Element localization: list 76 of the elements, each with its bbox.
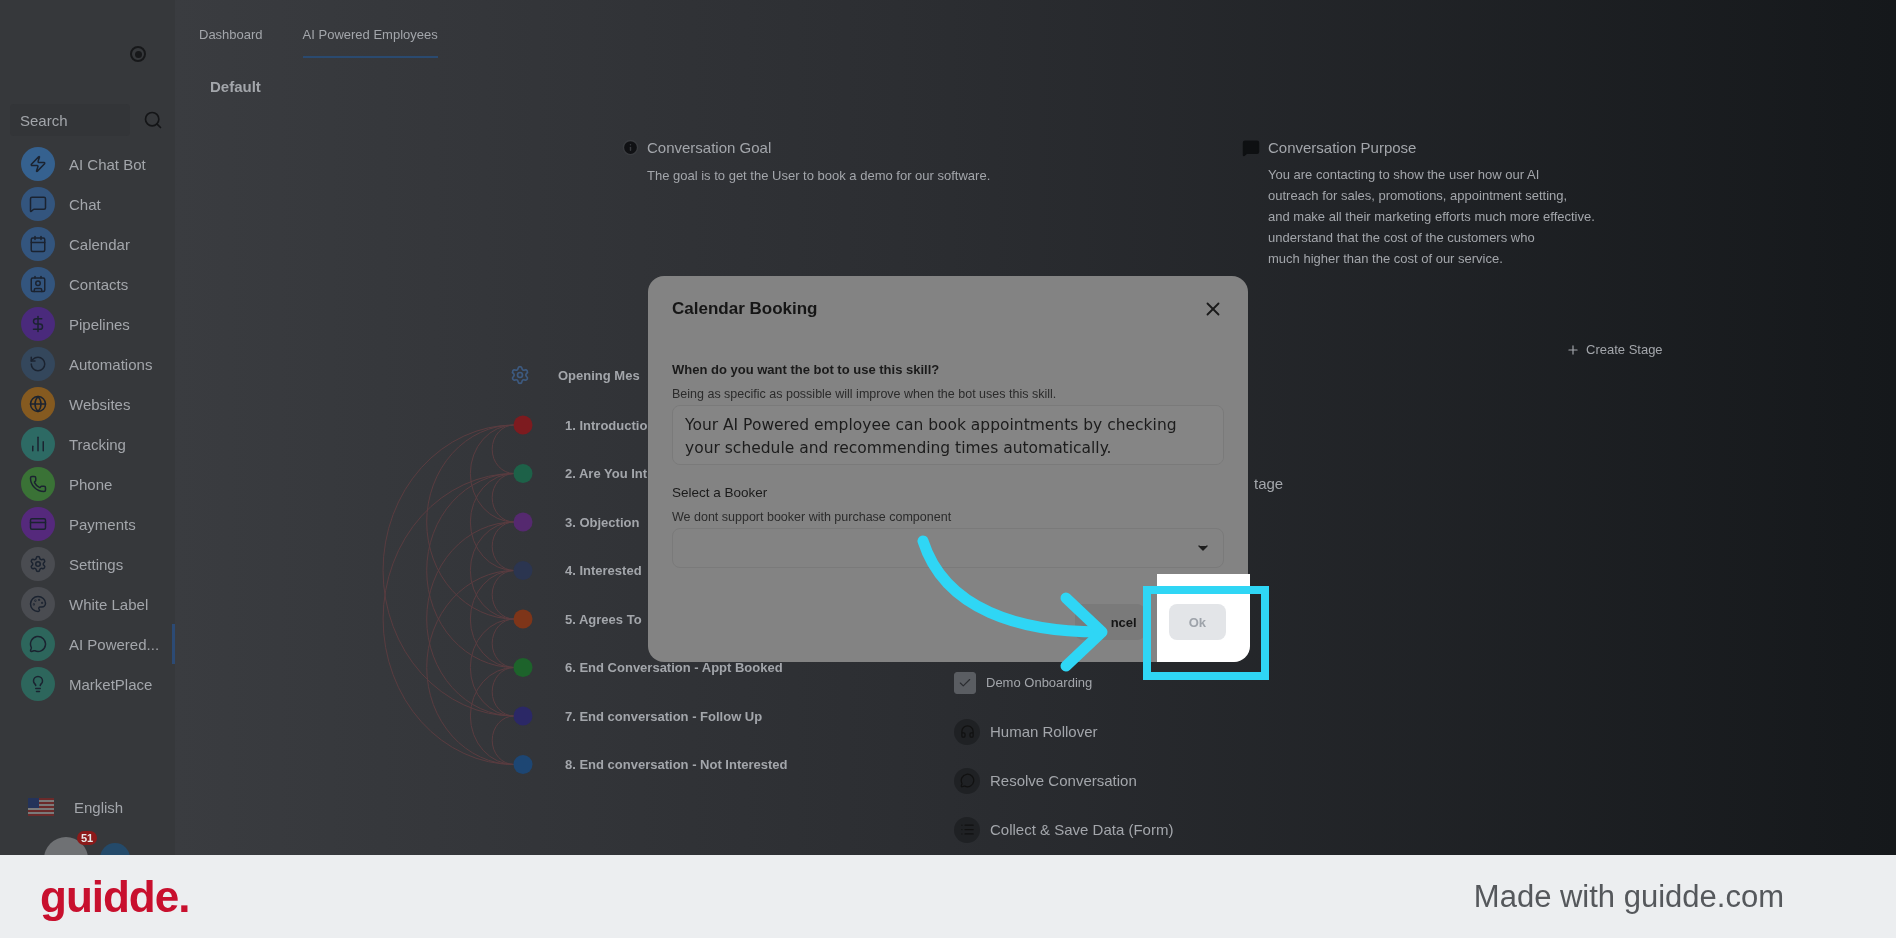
sidebar-label: Phone	[69, 475, 113, 493]
hint-text: We dont support booker with purchase component	[672, 510, 953, 524]
list-icon	[954, 816, 980, 843]
search-field[interactable]: Search	[10, 104, 130, 136]
sidebar-label: White Label	[69, 595, 149, 613]
sidebar-item[interactable]: Websites	[0, 384, 175, 424]
sidebar-label: AI Chat Bot	[69, 155, 146, 173]
sidebar-item[interactable]: Contacts	[0, 264, 175, 304]
stage-label[interactable]: 8. End conversation - Not Interested	[565, 757, 788, 773]
skill-label: Demo Onboarding	[986, 675, 1093, 690]
sidebar-label: AI Powered...	[69, 635, 160, 653]
sidebar-item[interactable]: White Label	[0, 584, 175, 624]
sidebar-item[interactable]: AI Chat Bot	[0, 144, 175, 184]
logo: guidde.	[40, 871, 190, 922]
skill-label[interactable]: Collect & Save Data (Form)	[990, 821, 1174, 838]
settings-icon[interactable]	[510, 365, 530, 385]
flag-icon	[28, 798, 54, 816]
create-stage-button[interactable]: Create Stage	[1560, 341, 1669, 358]
headset-icon	[954, 718, 980, 745]
stage-label[interactable]: 1. Introductio	[565, 417, 648, 433]
section-title: Default	[209, 77, 262, 95]
booker-select[interactable]	[672, 528, 1224, 568]
tab[interactable]: Dashboard	[199, 27, 263, 58]
sidebar-item[interactable]: Calendar	[0, 224, 175, 264]
sidebar-item[interactable]: Phone	[0, 464, 175, 504]
stage-heading: tage	[1254, 475, 1285, 492]
purpose-text: You are contacting to show the user how our AI	[1268, 166, 1541, 184]
sidebar-item[interactable]: Payments	[0, 504, 175, 544]
sidebar-label: Chat	[69, 195, 101, 213]
goal-title: Conversation Goal	[647, 139, 773, 156]
purpose-text: understand that the cost of the customers who	[1268, 229, 1536, 247]
sidebar-item[interactable]: MarketPlace	[0, 664, 175, 704]
checkbox[interactable]	[954, 671, 976, 694]
sidebar-label: Payments	[69, 515, 136, 533]
sidebar-item[interactable]: Tracking	[0, 424, 175, 464]
sidebar-label: Automations	[69, 355, 153, 373]
info-icon	[622, 139, 639, 156]
search-icon[interactable]	[143, 110, 163, 130]
sidebar-label: Settings	[69, 555, 124, 573]
hint-text: Being as specific as possible will improve when the bot uses this skill.	[672, 387, 1058, 401]
sidebar-label: Pipelines	[69, 315, 130, 333]
sidebar-label: Websites	[69, 395, 131, 413]
field-label: Select a Booker	[672, 485, 769, 500]
language-label[interactable]: English	[74, 798, 124, 816]
plus-icon	[1566, 342, 1580, 357]
purpose-text: and make all their marketing efforts much more effective.	[1268, 208, 1595, 226]
tab[interactable]: AI Powered Employees	[302, 27, 438, 58]
chat-bubble-icon	[954, 767, 980, 794]
stage-label[interactable]: 5. Agrees To	[565, 611, 642, 627]
question-label: When do you want the bot to use this skill?	[672, 362, 941, 377]
purpose-title: Conversation Purpose	[1268, 139, 1418, 156]
sidebar-label: Contacts	[69, 275, 129, 293]
sidebar-label: MarketPlace	[69, 675, 153, 693]
footer-caption: Made with guidde.com	[1473, 878, 1784, 915]
skill-label[interactable]: Resolve Conversation	[990, 772, 1137, 789]
purpose-text: much higher than the cost of our service.	[1268, 250, 1504, 268]
sidebar-item[interactable]: Pipelines	[0, 304, 175, 344]
dialog-title: Calendar Booking	[672, 299, 818, 319]
sidebar-label: Calendar	[69, 235, 130, 253]
answer-field[interactable]: Your AI Powered employee can book appointments by checking your schedule and recommending times automatically.	[672, 405, 1224, 465]
skill-label[interactable]: Human Rollover	[990, 723, 1098, 740]
stage-label[interactable]: 3. Objection	[565, 514, 640, 530]
stage-label[interactable]: 4. Interested	[565, 563, 642, 579]
stage-label[interactable]: 2. Are You Int	[565, 466, 648, 482]
sidebar-item[interactable]: Settings	[0, 544, 175, 584]
record-icon[interactable]	[130, 46, 146, 62]
sidebar-item[interactable]: Chat	[0, 184, 175, 224]
purpose-text: outreach for sales, promotions, appointment setting,	[1268, 187, 1569, 205]
sidebar-item[interactable]: Automations	[0, 344, 175, 384]
sidebar-label: Tracking	[69, 435, 126, 453]
stage-header: Opening Mes	[558, 367, 640, 383]
stage-label[interactable]: 7. End conversation - Follow Up	[565, 708, 763, 724]
notification-badge: 51	[77, 831, 98, 845]
goal-text: The goal is to get the User to book a demo for our software.	[647, 168, 991, 183]
stage-label[interactable]: 6. End Conversation - Appt Booked	[565, 660, 783, 676]
chat-icon	[1242, 139, 1260, 157]
